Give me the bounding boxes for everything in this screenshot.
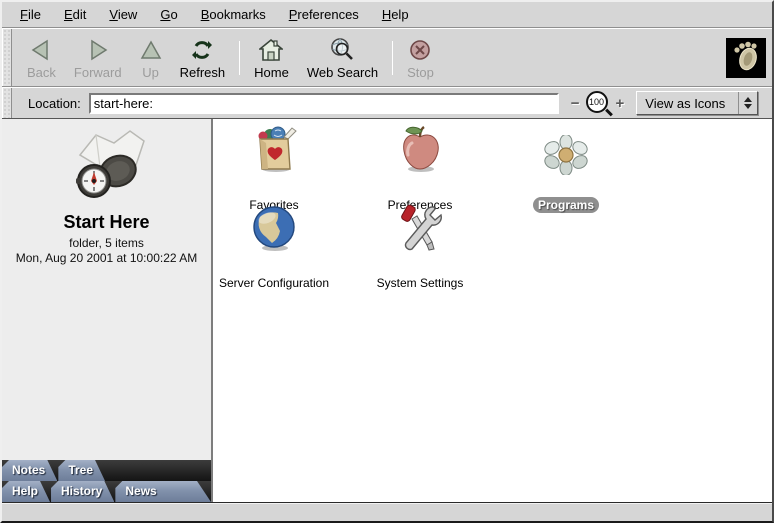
stop-button-label: Stop: [407, 65, 434, 80]
main-area: Start Here folder, 5 items Mon, Aug 20 2…: [2, 118, 772, 502]
menu-view[interactable]: View: [101, 4, 145, 25]
sidebar: Start Here folder, 5 items Mon, Aug 20 2…: [2, 119, 213, 502]
toolbar-separator: [239, 41, 240, 75]
menu-go-rest: o: [170, 7, 177, 22]
forward-button[interactable]: Forward: [65, 34, 131, 82]
icon-server-configuration[interactable]: Server Configuration: [213, 201, 347, 292]
tab-help[interactable]: Help: [2, 481, 50, 502]
chevron-down-icon: [744, 104, 752, 109]
web-search-button-label: Web Search: [307, 65, 378, 80]
sidebar-tab-row-2: Help History News: [2, 481, 211, 502]
favorites-bag-icon: [213, 123, 347, 175]
menu-bookmarks-rest: ookmarks: [209, 7, 265, 22]
locationbar-grip-handle[interactable]: [2, 88, 12, 118]
location-label: Location:: [28, 96, 81, 111]
refresh-icon: [191, 36, 213, 64]
menu-go[interactable]: Go: [152, 4, 185, 25]
icon-system-settings[interactable]: System Settings: [347, 201, 493, 292]
menu-bar: File Edit View Go Bookmarks Preferences …: [2, 2, 772, 28]
icon-label-server-configuration: Server Configuration: [214, 275, 334, 291]
toolbar-separator-2: [392, 41, 393, 75]
stop-button[interactable]: Stop: [398, 34, 443, 82]
zoom-out-button[interactable]: −: [567, 95, 584, 112]
menu-file-mnemonic: F: [20, 7, 28, 22]
location-input[interactable]: [89, 93, 559, 114]
sidebar-info-panel: Start Here folder, 5 items Mon, Aug 20 2…: [2, 119, 211, 265]
menu-edit-mnemonic: E: [64, 7, 73, 22]
menu-view-rest: iew: [118, 7, 138, 22]
tab-tree[interactable]: Tree: [58, 460, 105, 481]
folder-view[interactable]: Favorites Preferences: [213, 119, 772, 502]
tab-notes[interactable]: Notes: [2, 460, 57, 481]
back-arrow-icon: [29, 36, 53, 64]
tool-bar: Back Forward Up Refresh: [2, 28, 772, 87]
menu-help-mnemonic: H: [382, 7, 391, 22]
menu-help[interactable]: Help: [374, 4, 417, 25]
nautilus-window: File Edit View Go Bookmarks Preferences …: [0, 0, 774, 523]
menu-file[interactable]: File: [12, 4, 49, 25]
zoom-in-button[interactable]: +: [612, 95, 629, 112]
back-button[interactable]: Back: [18, 34, 65, 82]
toolbar-grip-handle[interactable]: [2, 29, 12, 86]
icon-label-system-settings: System Settings: [372, 275, 469, 291]
location-bar: Location: − 100 + View as Icons: [2, 87, 772, 118]
system-tools-icon: [347, 201, 493, 253]
menu-file-rest: ile: [28, 7, 41, 22]
status-bar: [2, 502, 772, 521]
home-button[interactable]: Home: [245, 34, 298, 82]
sidebar-tab-row-1: Notes Tree: [2, 460, 211, 481]
preferences-apple-icon: [347, 123, 493, 175]
sidebar-tabs: Notes Tree Help History News: [2, 460, 211, 502]
menu-go-mnemonic: G: [160, 7, 170, 22]
start-here-compass-icon: [52, 190, 162, 207]
view-mode-dropdown[interactable]: View as Icons: [636, 91, 758, 115]
up-button-label: Up: [142, 65, 159, 80]
sidebar-date: Mon, Aug 20 2001 at 10:00:22 AM: [2, 251, 211, 265]
refresh-button[interactable]: Refresh: [171, 34, 235, 82]
menu-edit-rest: dit: [73, 7, 87, 22]
throbber[interactable]: [726, 38, 766, 78]
dropdown-spinner-icon: [738, 92, 757, 114]
programs-flower-icon: [493, 133, 639, 175]
icon-label-programs: Programs: [533, 197, 599, 213]
tab-history[interactable]: History: [51, 481, 114, 502]
zoom-control: − 100 +: [567, 91, 629, 115]
back-button-label: Back: [27, 65, 56, 80]
home-button-label: Home: [254, 65, 289, 80]
tab-news[interactable]: News: [115, 481, 211, 502]
forward-button-label: Forward: [74, 65, 122, 80]
menu-edit[interactable]: Edit: [56, 4, 94, 25]
web-search-icon: [329, 36, 355, 64]
icon-programs[interactable]: Programs: [493, 133, 639, 214]
view-mode-value: View as Icons: [645, 96, 738, 111]
home-icon: [259, 36, 283, 64]
menu-preferences[interactable]: Preferences: [281, 4, 367, 25]
up-button[interactable]: Up: [131, 34, 171, 82]
refresh-button-label: Refresh: [180, 65, 226, 80]
gnome-foot-icon: [728, 37, 764, 78]
chevron-up-icon: [744, 97, 752, 102]
menu-bookmarks[interactable]: Bookmarks: [193, 4, 274, 25]
sidebar-title: Start Here: [2, 212, 211, 233]
up-arrow-icon: [140, 36, 162, 64]
server-globe-icon: [213, 201, 347, 253]
menu-view-mnemonic: V: [109, 7, 117, 22]
sidebar-folder-info: folder, 5 items: [2, 236, 211, 250]
zoom-level-indicator[interactable]: 100: [586, 91, 610, 115]
menu-help-rest: elp: [391, 7, 408, 22]
menu-preferences-rest: references: [297, 7, 358, 22]
web-search-button[interactable]: Web Search: [298, 34, 387, 82]
stop-icon: [409, 36, 431, 64]
forward-arrow-icon: [86, 36, 110, 64]
